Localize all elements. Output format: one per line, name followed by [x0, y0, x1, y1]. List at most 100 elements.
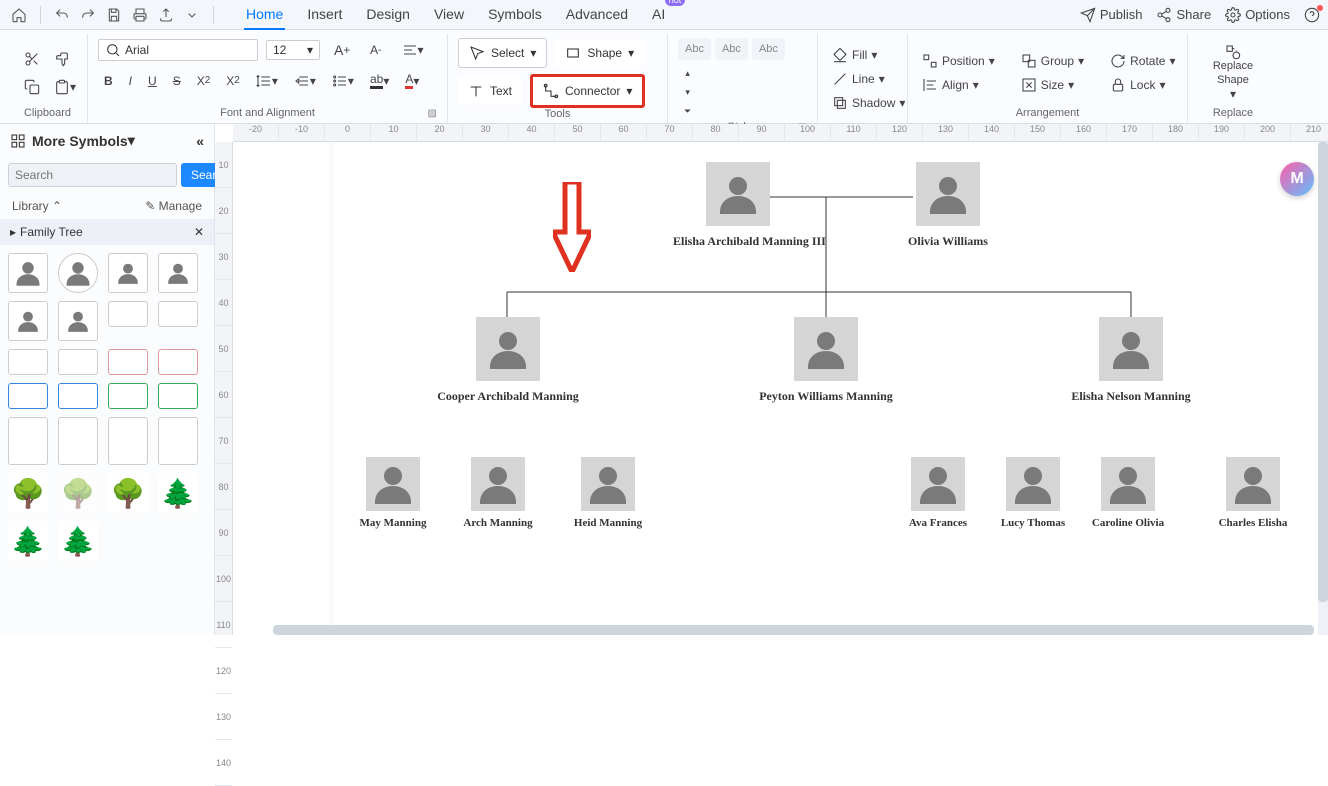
tree-node[interactable]: Peyton Williams Manning	[746, 317, 906, 404]
style-chip[interactable]: Abc	[715, 38, 748, 60]
styles-up-icon[interactable]: ▴	[678, 64, 697, 83]
align-button[interactable]: Align▾	[918, 75, 999, 95]
indent-button[interactable]: ▾	[288, 69, 322, 93]
line-spacing-button[interactable]: ▾	[250, 69, 284, 93]
canvas[interactable]: Elisha Archibald Manning III Olivia Will…	[233, 142, 1328, 635]
symbol-card[interactable]	[158, 301, 198, 327]
shape-button[interactable]: Shape▾	[555, 39, 644, 67]
share-button[interactable]: Share	[1156, 7, 1211, 23]
tree-node[interactable]: May Manning	[343, 457, 443, 529]
styles-more-icon[interactable]: ⏷	[678, 102, 697, 121]
symbol-tree[interactable]: 🌳	[8, 473, 48, 513]
select-button[interactable]: Select▾	[458, 38, 547, 68]
tab-ai[interactable]: AI	[650, 0, 667, 30]
rotate-button[interactable]: Rotate▾	[1106, 51, 1179, 71]
options-button[interactable]: Options	[1225, 7, 1290, 23]
tab-home[interactable]: Home	[244, 0, 285, 30]
symbol-card[interactable]	[8, 383, 48, 409]
symbol-person[interactable]	[8, 253, 48, 293]
undo-icon[interactable]	[51, 4, 73, 26]
publish-button[interactable]: Publish	[1080, 7, 1143, 23]
brand-float-icon[interactable]: M	[1280, 162, 1314, 196]
bullets-button[interactable]: ▾	[326, 69, 360, 93]
tree-node[interactable]: Charles Elisha	[1203, 457, 1303, 529]
symbol-card[interactable]	[58, 349, 98, 375]
lock-button[interactable]: Lock▾	[1106, 75, 1179, 95]
symbol-card[interactable]	[108, 301, 148, 327]
align-left-button[interactable]: ▾	[396, 38, 430, 62]
category-header[interactable]: ▸ Family Tree ✕	[0, 219, 214, 245]
tree-node[interactable]: Heid Manning	[558, 457, 658, 529]
tree-node[interactable]: Caroline Olivia	[1078, 457, 1178, 529]
symbol-card[interactable]	[108, 383, 148, 409]
position-button[interactable]: Position▾	[918, 51, 999, 71]
symbol-person[interactable]	[58, 301, 98, 341]
symbol-person-card[interactable]	[108, 253, 148, 293]
styles-down-icon[interactable]: ▾	[678, 83, 697, 102]
symbol-id-card[interactable]	[58, 417, 98, 465]
help-icon[interactable]	[1304, 7, 1320, 23]
copy-button[interactable]	[18, 75, 46, 99]
increase-font-button[interactable]: A+	[328, 38, 356, 62]
tree-node[interactable]: Arch Manning	[448, 457, 548, 529]
symbol-tree[interactable]: 🌲	[8, 521, 48, 561]
tab-design[interactable]: Design	[364, 0, 412, 30]
italic-button[interactable]: I	[123, 70, 138, 92]
font-size-select[interactable]: 12▾	[266, 40, 320, 60]
font-color-button[interactable]: A▾	[399, 68, 425, 93]
manage-button[interactable]: ✎ Manage	[145, 199, 202, 213]
tree-node[interactable]: Olivia Williams	[883, 162, 1013, 249]
tab-view[interactable]: View	[432, 0, 466, 30]
tree-node[interactable]: Elisha Archibald Manning III	[673, 162, 803, 249]
symbol-card[interactable]	[8, 349, 48, 375]
symbol-tree[interactable]: 🌳	[108, 473, 148, 513]
more-icon[interactable]	[181, 4, 203, 26]
text-highlight-button[interactable]: ab▾	[364, 68, 395, 93]
save-icon[interactable]	[103, 4, 125, 26]
line-button[interactable]: Line▾	[828, 69, 909, 89]
style-chip[interactable]: Abc	[678, 38, 711, 60]
cut-button[interactable]	[18, 47, 46, 71]
symbol-card[interactable]	[58, 383, 98, 409]
print-icon[interactable]	[129, 4, 151, 26]
size-button[interactable]: Size▾	[1017, 75, 1088, 95]
tree-node[interactable]: Elisha Nelson Manning	[1051, 317, 1211, 404]
bold-button[interactable]: B	[98, 70, 119, 92]
underline-button[interactable]: U	[142, 70, 163, 92]
format-painter-button[interactable]	[48, 47, 76, 71]
replace-shape-button[interactable]: Replace Shape▾	[1198, 40, 1268, 104]
category-close-icon[interactable]: ✕	[194, 225, 204, 239]
sidebar-collapse-icon[interactable]: «	[196, 133, 204, 149]
style-chip[interactable]: Abc	[752, 38, 785, 60]
symbol-person[interactable]	[8, 301, 48, 341]
superscript-button[interactable]: X2	[191, 70, 217, 92]
symbol-card[interactable]	[158, 349, 198, 375]
tree-node[interactable]: Ava Frances	[888, 457, 988, 529]
tab-insert[interactable]: Insert	[305, 0, 344, 30]
connector-button[interactable]: Connector▾	[530, 74, 645, 108]
library-button[interactable]: Library ⌃	[12, 199, 62, 213]
tab-symbols[interactable]: Symbols	[486, 0, 544, 30]
strike-button[interactable]: S	[167, 70, 187, 92]
tree-node[interactable]: Cooper Archibald Manning	[428, 317, 588, 404]
fill-button[interactable]: Fill▾	[828, 45, 909, 65]
vertical-scrollbar[interactable]	[1318, 142, 1328, 635]
symbol-card[interactable]	[108, 349, 148, 375]
symbol-card[interactable]	[158, 383, 198, 409]
symbol-tree[interactable]: 🌲	[58, 521, 98, 561]
symbol-search-input[interactable]	[8, 163, 177, 187]
redo-icon[interactable]	[77, 4, 99, 26]
font-family-select[interactable]: Arial	[98, 39, 258, 61]
symbol-id-card[interactable]	[108, 417, 148, 465]
paste-button[interactable]: ▾	[48, 75, 82, 99]
shadow-button[interactable]: Shadow▾	[828, 93, 909, 113]
export-icon[interactable]	[155, 4, 177, 26]
symbol-person-card[interactable]	[158, 253, 198, 293]
symbol-tree[interactable]: 🌳	[58, 473, 98, 513]
tab-advanced[interactable]: Advanced	[564, 0, 630, 30]
symbol-id-card[interactable]	[158, 417, 198, 465]
subscript-button[interactable]: X2	[220, 70, 246, 92]
group-button[interactable]: Group▾	[1017, 51, 1088, 71]
symbol-tree[interactable]: 🌲	[158, 473, 198, 513]
symbol-id-card[interactable]	[8, 417, 48, 465]
